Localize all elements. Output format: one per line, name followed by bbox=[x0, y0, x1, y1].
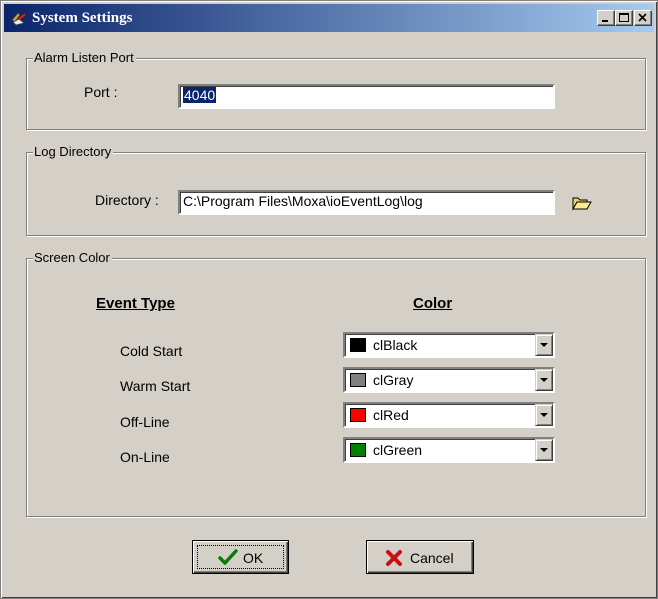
alarm-listen-port-legend: Alarm Listen Port bbox=[33, 50, 136, 66]
event-label-off-line: Off-Line bbox=[120, 414, 170, 430]
screen-color-group: Screen Color Event Type Color Cold Start… bbox=[26, 250, 646, 517]
ok-button-label: OK bbox=[243, 550, 264, 566]
color-swatch bbox=[350, 338, 366, 352]
app-icon bbox=[10, 10, 28, 26]
color-select-value: clRed bbox=[373, 407, 409, 423]
color-select-value: clBlack bbox=[373, 337, 418, 353]
checkmark-icon bbox=[218, 549, 238, 567]
chevron-down-icon bbox=[540, 378, 548, 382]
chevron-down-icon bbox=[540, 413, 548, 417]
port-label: Port : bbox=[84, 84, 118, 100]
color-swatch bbox=[350, 443, 366, 457]
chevron-down-icon bbox=[540, 448, 548, 452]
event-type-header: Event Type bbox=[96, 295, 175, 312]
title-bar[interactable]: System Settings bbox=[4, 4, 654, 32]
dropdown-button[interactable] bbox=[535, 334, 553, 356]
maximize-icon bbox=[619, 13, 629, 22]
browse-folder-button[interactable] bbox=[572, 195, 592, 211]
color-swatch bbox=[350, 408, 366, 422]
directory-value: C:\Program Files\Moxa\ioEventLog\log bbox=[183, 193, 423, 209]
directory-input[interactable]: C:\Program Files\Moxa\ioEventLog\log bbox=[178, 190, 555, 215]
cancel-button-label: Cancel bbox=[410, 550, 454, 566]
minimize-button[interactable] bbox=[597, 10, 615, 26]
log-directory-group: Log Directory Directory : C:\Program Fil… bbox=[26, 144, 646, 236]
chevron-down-icon bbox=[540, 343, 548, 347]
dropdown-button[interactable] bbox=[535, 369, 553, 391]
window-title: System Settings bbox=[32, 10, 133, 26]
focus-rectangle bbox=[197, 545, 284, 569]
dropdown-button[interactable] bbox=[535, 404, 553, 426]
log-directory-legend: Log Directory bbox=[33, 144, 114, 160]
color-select-cold-start[interactable]: clBlack bbox=[343, 332, 555, 358]
event-label-on-line: On-Line bbox=[120, 449, 170, 465]
x-mark-icon bbox=[384, 549, 404, 567]
color-swatch bbox=[350, 373, 366, 387]
cancel-button[interactable]: Cancel bbox=[366, 540, 474, 574]
open-folder-icon bbox=[572, 197, 592, 211]
minimize-icon bbox=[602, 20, 608, 22]
event-label-warm-start: Warm Start bbox=[120, 378, 191, 394]
directory-label: Directory : bbox=[95, 192, 159, 208]
event-label-cold-start: Cold Start bbox=[120, 343, 183, 359]
port-value: 4040 bbox=[183, 87, 217, 103]
ok-button[interactable]: OK bbox=[192, 540, 289, 574]
dropdown-button[interactable] bbox=[535, 439, 553, 461]
close-icon bbox=[638, 13, 647, 22]
screen-color-legend: Screen Color bbox=[33, 250, 112, 266]
color-select-off-line[interactable]: clRed bbox=[343, 402, 555, 428]
color-header: Color bbox=[413, 295, 453, 312]
close-button[interactable] bbox=[634, 10, 652, 26]
maximize-button[interactable] bbox=[615, 10, 633, 26]
port-input[interactable]: 4040 bbox=[178, 84, 555, 109]
system-settings-dialog: System Settings Alarm Listen Port Port :… bbox=[0, 0, 658, 599]
color-select-value: clGray bbox=[373, 372, 414, 388]
alarm-listen-port-group: Alarm Listen Port Port : 4040 bbox=[26, 50, 646, 130]
color-select-value: clGreen bbox=[373, 442, 423, 458]
color-select-on-line[interactable]: clGreen bbox=[343, 437, 555, 463]
color-select-warm-start[interactable]: clGray bbox=[343, 367, 555, 393]
